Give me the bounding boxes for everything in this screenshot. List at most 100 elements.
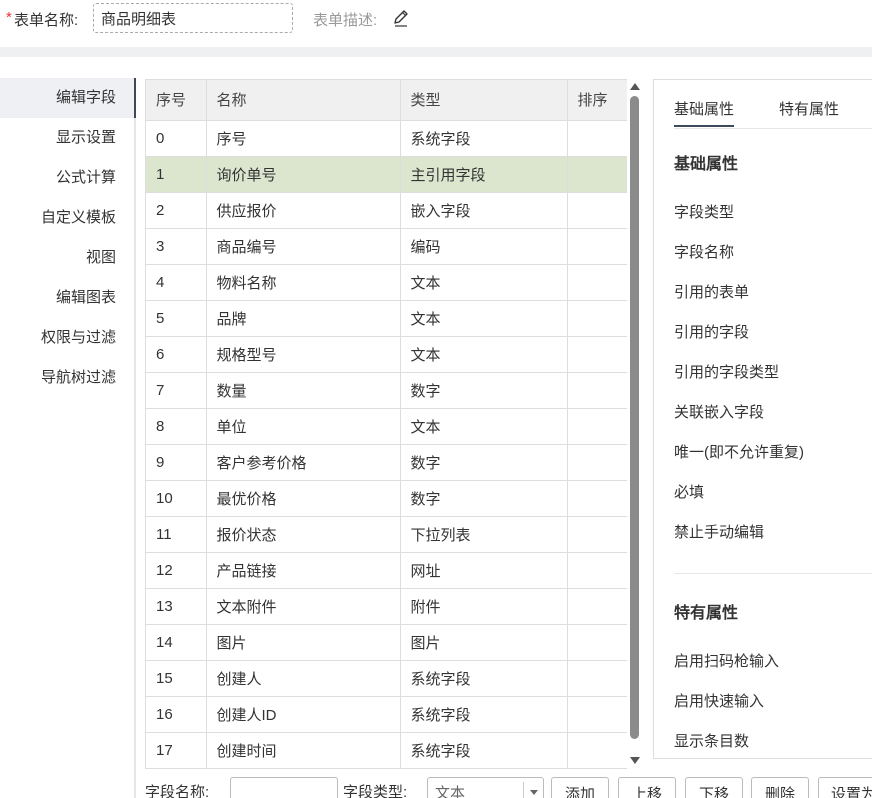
- cell-name: 产品链接: [206, 552, 401, 589]
- table-row[interactable]: 7 数量 数字: [146, 372, 627, 409]
- table-scrollbar[interactable]: [628, 79, 641, 769]
- table-row[interactable]: 11 报价状态 下拉列表: [146, 516, 627, 553]
- table-row[interactable]: 17 创建时间 系统字段: [146, 732, 627, 769]
- pencil-icon[interactable]: [393, 9, 409, 27]
- cell-type: 文本: [400, 408, 568, 445]
- table-row[interactable]: 4 物料名称 文本: [146, 264, 627, 301]
- cell-sort: [567, 552, 627, 589]
- cell-type: 嵌入字段: [400, 192, 568, 229]
- cell-type: 系统字段: [400, 660, 568, 697]
- cell-type: 数字: [400, 372, 568, 409]
- form-name-input[interactable]: [93, 3, 293, 33]
- cell-name: 品牌: [206, 300, 401, 337]
- chevron-down-icon: [530, 790, 538, 795]
- cell-index: 14: [146, 624, 207, 661]
- nav-item-nav-tree-filter[interactable]: 导航树过滤: [0, 358, 136, 398]
- table-row[interactable]: 14 图片 图片: [146, 624, 627, 661]
- cell-name: 创建时间: [206, 732, 401, 769]
- prop-referenced-field-type: 引用的字段类型: [674, 364, 780, 381]
- field-type-label: 字段类型:: [343, 784, 408, 798]
- prop-linked-embedded-field: 关联嵌入字段: [674, 404, 765, 421]
- cell-name: 单位: [206, 408, 401, 445]
- table-row[interactable]: 10 最优价格 数字: [146, 480, 627, 517]
- cell-index: 16: [146, 696, 207, 733]
- cell-name: 供应报价: [206, 192, 401, 229]
- divider: [0, 47, 872, 57]
- nav-item-custom-template[interactable]: 自定义模板: [0, 198, 136, 238]
- add-button[interactable]: 添加: [551, 777, 609, 798]
- field-table: 序号 名称 类型 排序 0 序号 系统字段 1 询价单号 主引用字段 2 供应报价 嵌入字段 3 商…: [146, 80, 627, 769]
- nav-item-permission-filter[interactable]: 权限与过滤: [0, 318, 136, 358]
- cell-name: 数量: [206, 372, 401, 409]
- nav-item-view[interactable]: 视图: [0, 238, 136, 278]
- nav-item-display-settings[interactable]: 显示设置: [0, 118, 136, 158]
- scroll-up-icon[interactable]: [630, 83, 640, 90]
- prop-scanner-input: 启用扫码枪输入: [674, 653, 780, 670]
- cell-name: 询价单号: [206, 156, 401, 193]
- table-row[interactable]: 12 产品链接 网址: [146, 552, 627, 589]
- prop-display-count: 显示条目数: [674, 733, 750, 750]
- cell-index: 3: [146, 228, 207, 265]
- scroll-down-icon[interactable]: [630, 757, 640, 764]
- field-type-select[interactable]: 文本: [427, 777, 544, 798]
- table-row[interactable]: 8 单位 文本: [146, 408, 627, 445]
- field-name-input[interactable]: [230, 777, 338, 798]
- table-row[interactable]: 5 品牌 文本: [146, 300, 627, 337]
- cell-sort: [567, 336, 627, 373]
- cell-type: 附件: [400, 588, 568, 625]
- cell-sort: [567, 660, 627, 697]
- cell-sort: [567, 588, 627, 625]
- cell-index: 5: [146, 300, 207, 337]
- column-header-index[interactable]: 序号: [146, 80, 207, 121]
- cell-index: 4: [146, 264, 207, 301]
- set-as-button[interactable]: 设置为: [818, 777, 872, 798]
- column-header-sort[interactable]: 排序: [567, 80, 627, 121]
- required-mark: *: [6, 9, 12, 26]
- cell-index: 11: [146, 516, 207, 553]
- cell-sort: [567, 408, 627, 445]
- cell-sort: [567, 624, 627, 661]
- cell-index: 9: [146, 444, 207, 481]
- scroll-thumb[interactable]: [630, 96, 639, 739]
- cell-index: 6: [146, 336, 207, 373]
- cell-name: 规格型号: [206, 336, 401, 373]
- cell-sort: [567, 264, 627, 301]
- cell-type: 下拉列表: [400, 516, 568, 553]
- table-row[interactable]: 3 商品编号 编码: [146, 228, 627, 265]
- table-row[interactable]: 9 客户参考价格 数字: [146, 444, 627, 481]
- nav-item-edit-fields[interactable]: 编辑字段: [0, 78, 136, 118]
- prop-quick-input: 启用快速输入: [674, 693, 765, 710]
- table-row[interactable]: 13 文本附件 附件: [146, 588, 627, 625]
- form-desc-label: 表单描述:: [313, 12, 378, 29]
- table-row[interactable]: 6 规格型号 文本: [146, 336, 627, 373]
- column-header-name[interactable]: 名称: [206, 80, 401, 121]
- cell-sort: [567, 192, 627, 229]
- column-header-type[interactable]: 类型: [400, 80, 568, 121]
- cell-type: 文本: [400, 300, 568, 337]
- nav-item-formula[interactable]: 公式计算: [0, 158, 136, 198]
- properties-panel: 基础属性 特有属性 基础属性 字段类型 字段名称 引用的表单 引用的字段 引用的…: [653, 79, 872, 759]
- move-up-button[interactable]: 上移: [618, 777, 676, 798]
- table-row[interactable]: 1 询价单号 主引用字段: [146, 156, 627, 193]
- table-row[interactable]: 16 创建人ID 系统字段: [146, 696, 627, 733]
- cell-type: 系统字段: [400, 120, 568, 157]
- cell-name: 商品编号: [206, 228, 401, 265]
- select-separator: [523, 782, 524, 798]
- move-down-button[interactable]: 下移: [685, 777, 743, 798]
- table-row[interactable]: 0 序号 系统字段: [146, 120, 627, 157]
- tab-special-properties[interactable]: 特有属性: [779, 98, 839, 119]
- nav-item-edit-chart[interactable]: 编辑图表: [0, 278, 136, 318]
- delete-button[interactable]: 删除: [751, 777, 809, 798]
- tab-basic-properties[interactable]: 基础属性: [674, 98, 735, 127]
- prop-referenced-field: 引用的字段: [674, 324, 750, 341]
- cell-name: 创建人: [206, 660, 401, 697]
- field-type-value: 文本: [435, 785, 466, 798]
- cell-sort: [567, 156, 627, 193]
- table-row[interactable]: 2 供应报价 嵌入字段: [146, 192, 627, 229]
- cell-type: 文本: [400, 264, 568, 301]
- cell-index: 7: [146, 372, 207, 409]
- tabs-divider: [674, 128, 872, 129]
- table-row[interactable]: 15 创建人 系统字段: [146, 660, 627, 697]
- cell-sort: [567, 696, 627, 733]
- field-name-label: 字段名称:: [145, 784, 210, 798]
